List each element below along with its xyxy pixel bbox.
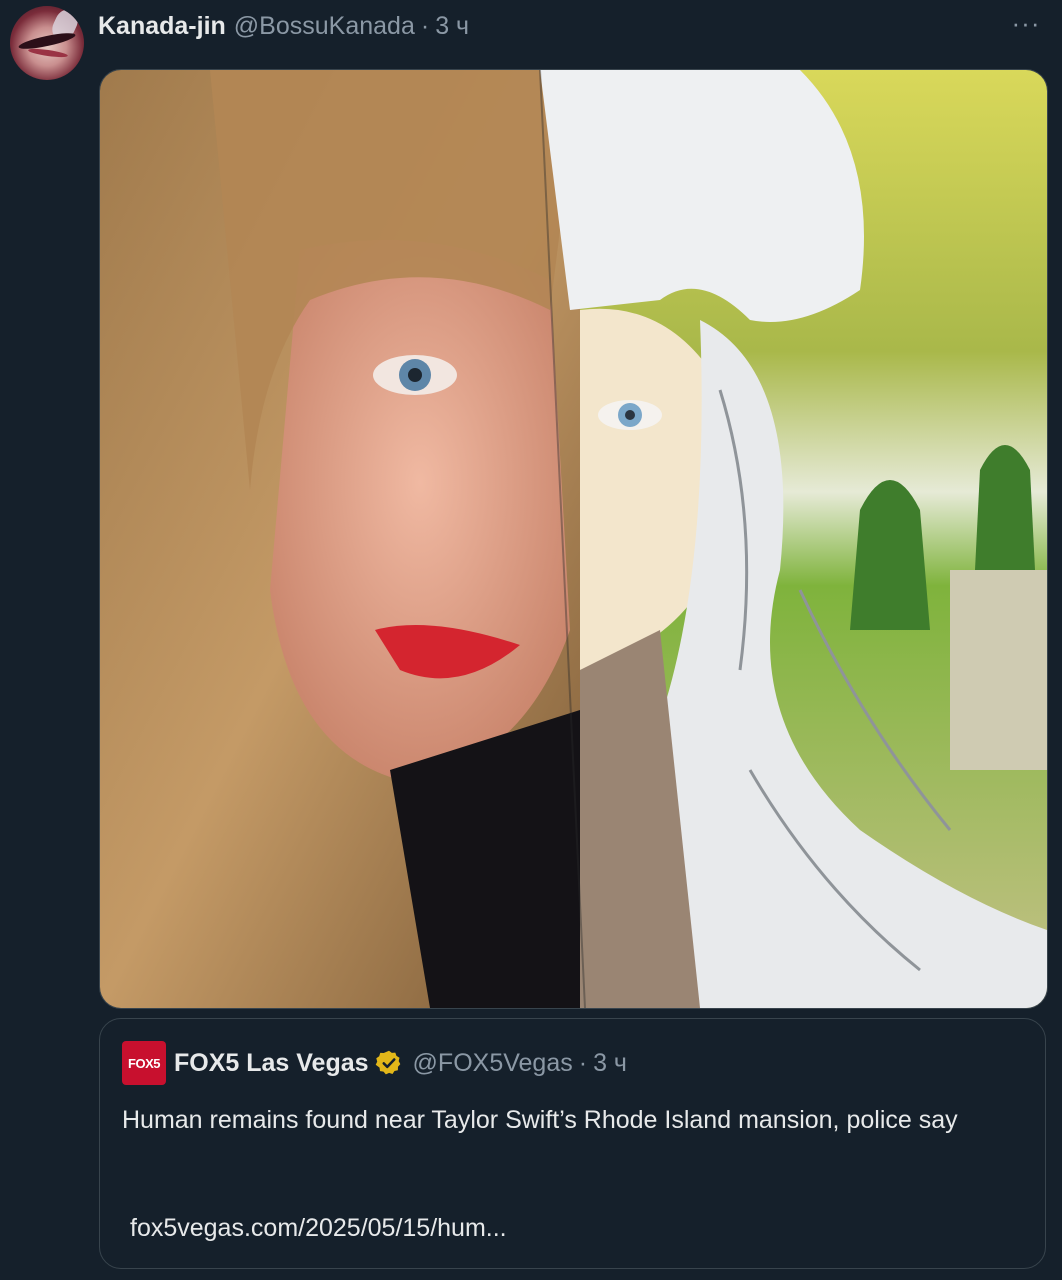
- tweet-image[interactable]: [99, 69, 1048, 1009]
- separator: ·: [578, 1048, 588, 1077]
- quote-author-handle: @FOX5Vegas: [412, 1048, 573, 1077]
- verified-icon: [375, 1050, 400, 1075]
- quote-text: Human remains found near Taylor Swift’s …: [122, 1106, 958, 1134]
- quote-link[interactable]: fox5vegas.com/2025/05/15/hum...: [130, 1214, 507, 1243]
- author-name[interactable]: Kanada-jin: [98, 12, 226, 41]
- quote-author-name: FOX5 Las Vegas: [174, 1048, 369, 1077]
- more-icon[interactable]: ···: [1008, 8, 1044, 38]
- quote-header: FOX5 FOX5 Las Vegas @FOX5Vegas · 3 ч: [122, 1041, 627, 1085]
- author-handle[interactable]: @BossuKanada: [234, 12, 415, 41]
- quote-timestamp: 3 ч: [593, 1048, 627, 1077]
- timestamp[interactable]: 3 ч: [435, 12, 469, 41]
- separator: ·: [420, 11, 430, 40]
- image-graphic: [100, 70, 1047, 1008]
- avatar[interactable]: [10, 6, 84, 80]
- tweet-header: Kanada-jin @BossuKanada · 3 ч: [98, 9, 469, 43]
- fox5-logo: FOX5: [122, 1041, 166, 1085]
- quoted-tweet[interactable]: FOX5 FOX5 Las Vegas @FOX5Vegas · 3 ч Hum…: [99, 1018, 1046, 1269]
